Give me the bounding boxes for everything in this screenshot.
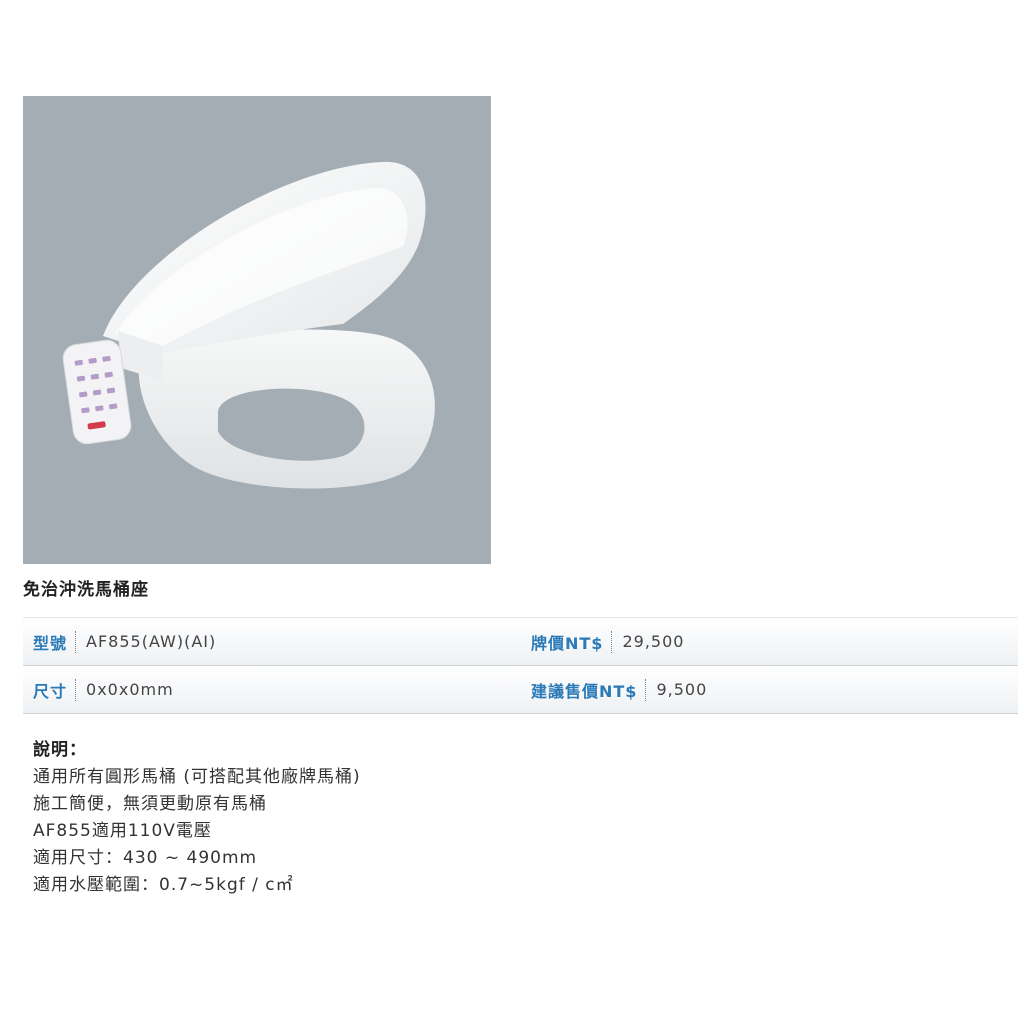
size-label: 尺寸	[33, 681, 68, 701]
description-line: 適用水壓範圍：0.7~5kgf / c㎡	[33, 875, 294, 895]
divider	[645, 678, 647, 701]
list-price-label: 牌價NT$	[531, 633, 604, 653]
divider	[75, 630, 77, 653]
description-line: AF855適用110V電壓	[33, 821, 212, 841]
description-line: 適用尺寸：430 ~ 490mm	[33, 848, 258, 868]
list-price-value: 29,500	[622, 632, 685, 651]
suggested-price-cell: 建議售價NT$ 9,500	[531, 666, 707, 713]
divider	[75, 678, 77, 701]
spec-row-model: 型號 AF855(AW)(AI) 牌價NT$ 29,500	[23, 617, 1018, 666]
model-cell: 型號 AF855(AW)(AI)	[33, 618, 216, 665]
list-price-cell: 牌價NT$ 29,500	[531, 618, 684, 665]
suggested-price-value: 9,500	[656, 680, 708, 699]
toilet-seat-illustration	[62, 161, 435, 489]
divider	[611, 630, 613, 653]
model-value: AF855(AW)(AI)	[86, 632, 217, 651]
description-line: 通用所有圓形馬桶 (可搭配其他廠牌馬桶)	[33, 767, 361, 787]
product-title: 免治沖洗馬桶座	[23, 580, 149, 600]
spec-row-size: 尺寸 0x0x0mm 建議售價NT$ 9,500	[23, 666, 1018, 714]
description-line: 施工簡便，無須更動原有馬桶	[33, 794, 267, 814]
suggested-price-label: 建議售價NT$	[531, 681, 638, 701]
spec-table: 型號 AF855(AW)(AI) 牌價NT$ 29,500 尺寸 0x0x0mm…	[23, 617, 1018, 714]
description-heading: 說明：	[33, 740, 87, 760]
description: 說明： 通用所有圓形馬桶 (可搭配其他廠牌馬桶) 施工簡便，無須更動原有馬桶 A…	[33, 737, 361, 899]
product-photo	[23, 96, 491, 564]
size-value: 0x0x0mm	[86, 680, 174, 699]
size-cell: 尺寸 0x0x0mm	[33, 666, 174, 713]
model-label: 型號	[33, 633, 68, 653]
